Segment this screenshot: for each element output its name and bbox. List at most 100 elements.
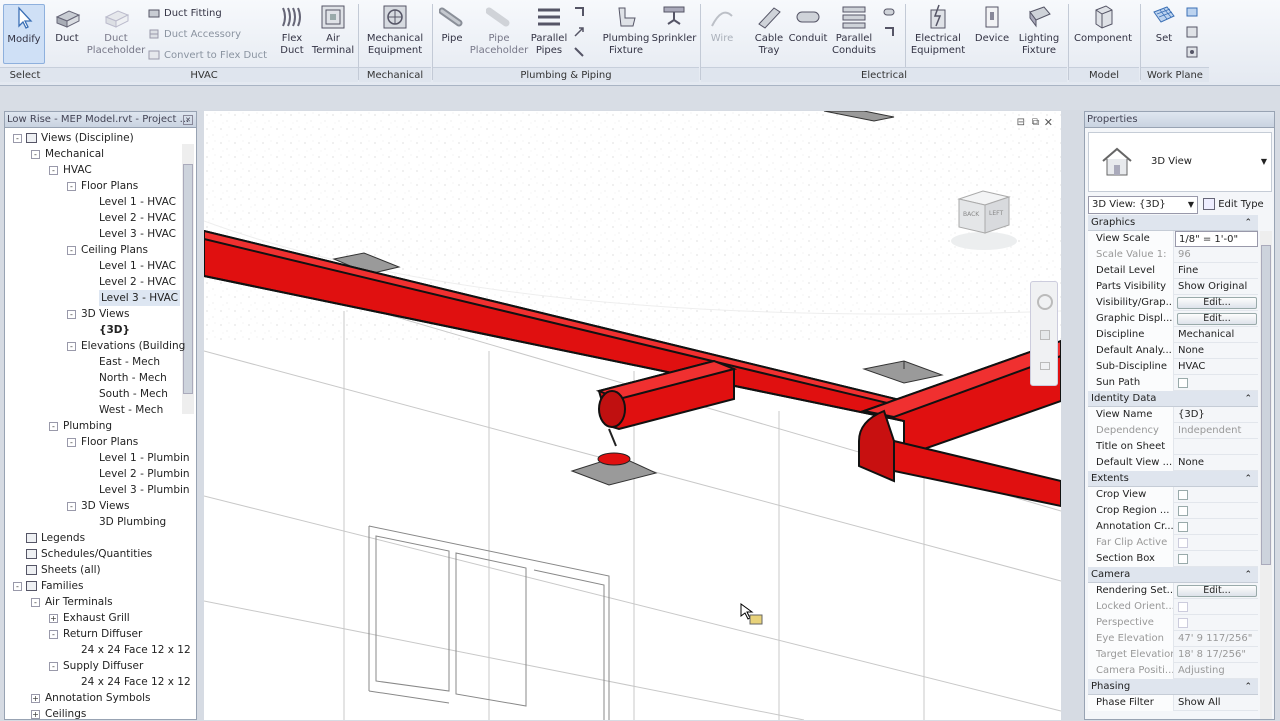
view-minimize-icon[interactable]: ⊟ (1017, 117, 1025, 128)
property-value[interactable]: Fine (1175, 263, 1258, 279)
browser-tree-item[interactable]: + Exhaust Grill (5, 610, 183, 626)
electrical-equipment-button[interactable]: Electrical Equipment (910, 4, 966, 64)
browser-tree-item[interactable]: North - Mech (5, 370, 183, 386)
ref-plane-icon[interactable] (1186, 26, 1198, 38)
property-checkbox[interactable] (1178, 522, 1188, 532)
collapse-icon[interactable]: - (67, 438, 76, 447)
parallel-pipes-button[interactable]: Parallel Pipes (531, 4, 567, 64)
zoom-menu-icon[interactable] (1040, 362, 1050, 370)
collapse-section-icon[interactable]: ⌃ (1244, 679, 1252, 695)
collapse-section-icon[interactable]: ⌃ (1244, 471, 1252, 487)
browser-scrollbar[interactable] (182, 144, 194, 414)
pipe-placeholder-button[interactable]: Pipe Placeholder (470, 4, 528, 64)
conduit-fitting-icon[interactable] (883, 6, 895, 18)
collapse-icon[interactable]: - (49, 166, 58, 175)
properties-section-phasing[interactable]: Phasing ⌃ (1088, 679, 1258, 695)
browser-tree-item[interactable]: Level 2 - Plumbin (5, 466, 190, 482)
browser-tree-item[interactable]: Schedules/Quantities (5, 546, 183, 562)
wire-button[interactable]: Wire (704, 4, 740, 64)
properties-section-identity[interactable]: Identity Data ⌃ (1088, 391, 1258, 407)
viewer-icon[interactable] (1186, 46, 1198, 58)
property-value[interactable]: None (1175, 455, 1258, 471)
collapse-icon[interactable]: - (49, 662, 58, 671)
scrollbar-thumb[interactable] (183, 164, 193, 394)
edit-type-button[interactable]: Edit Type (1203, 196, 1273, 214)
component-button[interactable]: Component (1072, 4, 1134, 64)
browser-tree-item[interactable]: {3D} (5, 322, 183, 338)
property-value[interactable]: HVAC (1175, 359, 1258, 375)
property-value[interactable]: Mechanical (1175, 327, 1258, 343)
collapse-icon[interactable]: - (13, 582, 22, 591)
duct-fitting-button[interactable]: Duct Fitting (148, 4, 222, 22)
collapse-section-icon[interactable]: ⌃ (1244, 391, 1252, 407)
browser-tree-item[interactable]: - HVAC (5, 162, 183, 178)
convert-pipe-icon[interactable] (573, 46, 585, 58)
browser-tree-item[interactable]: - Floor Plans (5, 434, 183, 450)
browser-tree-item[interactable]: + Annotation Symbols (5, 690, 183, 706)
browser-tree-item[interactable]: Level 2 - HVAC (5, 210, 183, 226)
browser-tree-item[interactable]: Level 3 - HVAC (5, 226, 183, 242)
properties-section-camera[interactable]: Camera ⌃ (1088, 567, 1258, 583)
browser-tree-item[interactable]: 3D Plumbing (5, 514, 183, 530)
mechanical-equipment-button[interactable]: Mechanical Equipment (365, 4, 425, 64)
browser-tree-item[interactable]: West - Mech (5, 402, 183, 418)
browser-tree-item[interactable]: Level 1 - HVAC (5, 194, 183, 210)
duct-accessory-button[interactable]: Duct Accessory (148, 25, 241, 43)
close-icon[interactable]: ✕ (183, 115, 193, 125)
view-close-icon[interactable]: ✕ (1044, 116, 1053, 129)
property-edit-button[interactable]: Edit... (1177, 585, 1257, 597)
expand-icon[interactable]: + (49, 614, 58, 623)
collapse-section-icon[interactable]: ⌃ (1244, 215, 1252, 231)
panel-plumbing[interactable]: Plumbing & Piping (433, 67, 699, 82)
properties-scrollbar[interactable] (1260, 231, 1272, 719)
property-value[interactable] (1175, 439, 1258, 455)
property-checkbox[interactable] (1178, 490, 1188, 500)
property-value[interactable]: {3D} (1175, 407, 1258, 423)
set-work-plane-button[interactable]: Set (1146, 4, 1182, 64)
collapse-icon[interactable]: - (67, 182, 76, 191)
type-selector[interactable]: 3D View ▼ (1088, 132, 1272, 192)
parallel-conduits-button[interactable]: Parallel Conduits (830, 4, 878, 64)
view-restore-icon[interactable]: ⧉ (1032, 117, 1039, 128)
viewcube-back-label[interactable]: BACK (963, 211, 979, 218)
browser-tree-item[interactable]: - Views (Discipline) (5, 130, 183, 146)
browser-tree-item[interactable]: Legends (5, 530, 183, 546)
panel-select[interactable]: Select (0, 67, 50, 82)
browser-tree-item[interactable]: Level 1 - HVAC (5, 258, 183, 274)
type-dropdown-icon[interactable]: ▼ (1261, 157, 1267, 166)
browser-tree-item[interactable]: - Elevations (Building (5, 338, 185, 354)
browser-tree-item[interactable]: - Ceiling Plans (5, 242, 183, 258)
browser-tree-item[interactable]: - Families (5, 578, 183, 594)
pipe-accessory-icon[interactable] (573, 26, 585, 38)
viewcube[interactable]: BACK LEFT (949, 183, 1019, 253)
panel-hvac[interactable]: HVAC (50, 67, 358, 82)
plumbing-fixture-button[interactable]: Plumbing Fixture (600, 4, 652, 64)
collapse-icon[interactable]: - (49, 422, 58, 431)
view-instance-selector[interactable]: 3D View: {3D} ▼ (1088, 196, 1198, 214)
collapse-icon[interactable]: - (31, 598, 40, 607)
property-edit-button[interactable]: Edit... (1177, 297, 1257, 309)
panel-work-plane[interactable]: Work Plane (1141, 67, 1209, 82)
properties-scrollbar-thumb[interactable] (1261, 245, 1271, 565)
collapse-icon[interactable]: - (31, 150, 40, 159)
browser-tree-item[interactable]: Level 2 - HVAC (5, 274, 183, 290)
browser-tree-item[interactable]: - Plumbing (5, 418, 183, 434)
collapse-icon[interactable]: - (67, 502, 76, 511)
property-checkbox[interactable] (1178, 378, 1188, 388)
steering-wheel-icon[interactable] (1037, 294, 1053, 310)
navigation-bar[interactable] (1030, 281, 1058, 386)
cable-tray-fitting-icon[interactable] (883, 26, 895, 38)
show-work-plane-icon[interactable] (1186, 6, 1198, 18)
browser-tree-item[interactable]: East - Mech (5, 354, 183, 370)
browser-tree-item[interactable]: - Air Terminals (5, 594, 183, 610)
browser-tree-item[interactable]: Level 3 - HVAC (5, 290, 183, 306)
properties-section-graphics[interactable]: Graphics ⌃ (1088, 215, 1258, 231)
pipe-fitting-icon[interactable] (573, 6, 585, 18)
browser-tree-item[interactable]: -3D Views (5, 306, 183, 322)
modify-button[interactable]: Modify (3, 4, 45, 64)
air-terminal-button[interactable]: Air Terminal (312, 4, 354, 64)
collapse-section-icon[interactable]: ⌃ (1244, 567, 1252, 583)
3d-viewport[interactable]: ⊟ ⧉ ✕ BACK LEFT (204, 111, 1061, 720)
duct-placeholder-button[interactable]: Duct Placeholder (87, 4, 145, 64)
panel-mechanical[interactable]: Mechanical (359, 67, 431, 82)
